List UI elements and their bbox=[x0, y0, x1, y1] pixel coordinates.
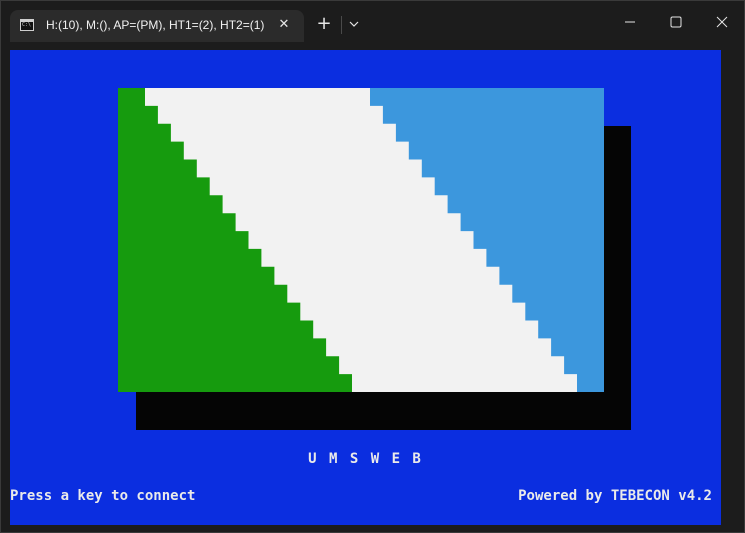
powered-by-label: Powered by TEBECON v4.2 bbox=[518, 488, 712, 504]
close-window-button[interactable] bbox=[699, 7, 745, 37]
maximize-icon bbox=[670, 16, 682, 28]
chevron-down-icon bbox=[349, 21, 359, 27]
tab-active[interactable]: H:(10), M:(), AP=(PM), HT1=(2), HT2=(1) … bbox=[10, 10, 304, 42]
connect-prompt: Press a key to connect bbox=[10, 488, 196, 504]
tab-separator bbox=[341, 16, 342, 34]
command-prompt-icon bbox=[20, 19, 34, 31]
console-screen[interactable]: U M S W E B Press a key to connect Power… bbox=[10, 50, 721, 525]
title-bar[interactable]: H:(10), M:(), AP=(PM), HT1=(2), HT2=(1) … bbox=[1, 1, 744, 45]
new-tab-button[interactable]: + bbox=[313, 13, 335, 35]
maximize-button[interactable] bbox=[653, 7, 699, 37]
tab-title: H:(10), M:(), AP=(PM), HT1=(2), HT2=(1) bbox=[46, 18, 265, 32]
minimize-button[interactable] bbox=[607, 7, 653, 37]
tab-close-button[interactable]: ✕ bbox=[275, 16, 293, 34]
app-caption: U M S W E B bbox=[308, 451, 423, 467]
flag-graphic bbox=[118, 88, 604, 392]
minimize-icon bbox=[625, 21, 635, 23]
tab-dropdown-button[interactable] bbox=[346, 15, 362, 33]
terminal-window: H:(10), M:(), AP=(PM), HT1=(2), HT2=(1) … bbox=[0, 0, 745, 533]
close-icon bbox=[716, 16, 728, 28]
